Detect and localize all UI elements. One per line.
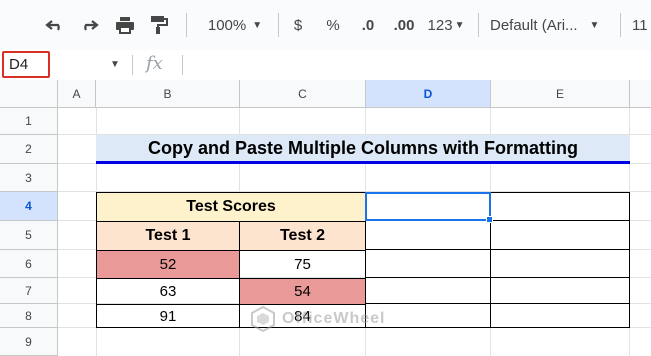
table-cell[interactable]: 63 <box>96 278 240 305</box>
more-formats-label: 123 <box>427 16 453 34</box>
name-box[interactable]: D4 ▼ <box>0 50 132 80</box>
decrease-decimal-icon: .0 <box>361 16 375 34</box>
chevron-down-icon: ▼ <box>454 19 465 31</box>
chevron-down-icon: ▼ <box>252 19 263 31</box>
row-header-5[interactable]: 5 <box>0 221 58 250</box>
row-header-3[interactable]: 3 <box>0 164 58 192</box>
toolbar-divider <box>278 13 279 37</box>
fill-handle[interactable] <box>486 216 493 223</box>
percent-format-button[interactable]: % <box>322 9 344 41</box>
zoom-value: 100% <box>207 16 247 34</box>
column-header-d[interactable]: D <box>366 80 491 108</box>
formula-bar-divider <box>182 55 183 75</box>
row-header-4[interactable]: 4 <box>0 192 58 221</box>
row-header-6[interactable]: 6 <box>0 250 58 278</box>
formula-bar-divider <box>132 55 133 75</box>
zoom-select[interactable]: 100% ▼ <box>200 9 270 41</box>
font-size-value: 11 <box>632 16 648 34</box>
decrease-decimal-button[interactable]: .0 <box>354 9 382 41</box>
percent-icon: % <box>326 16 340 34</box>
range-inner-border <box>365 303 630 304</box>
paint-format-icon <box>151 16 168 34</box>
row-header-9[interactable]: 9 <box>0 328 58 356</box>
print-icon <box>116 17 134 34</box>
currency-icon: $ <box>293 16 303 34</box>
row-header-2[interactable]: 2 <box>0 135 58 164</box>
table-cell[interactable]: 54 <box>239 278 366 305</box>
select-all-corner[interactable] <box>0 80 58 108</box>
column-header-f[interactable] <box>630 80 651 108</box>
chevron-down-icon: ▼ <box>589 19 600 31</box>
row-header-1[interactable]: 1 <box>0 108 58 135</box>
watermark-text: OfficeWheel <box>282 310 386 327</box>
font-family-value: Default (Ari... <box>490 16 578 34</box>
currency-format-button[interactable]: $ <box>287 9 309 41</box>
column-header-c[interactable]: C <box>240 80 366 108</box>
row-header-7[interactable]: 7 <box>0 278 58 304</box>
table-cell[interactable]: 75 <box>239 250 366 279</box>
formula-bar: D4 ▼ fx <box>0 50 651 81</box>
officewheel-logo-icon <box>251 306 275 332</box>
redo-button[interactable] <box>74 9 104 41</box>
column-header-e[interactable]: E <box>491 80 630 108</box>
toolbar: 100% ▼ $ % .0 .00 123 ▼ Default (Ari... ▼ 1… <box>0 0 651 51</box>
table-cell[interactable]: 91 <box>96 304 240 328</box>
toolbar-divider <box>186 13 187 37</box>
range-inner-border <box>365 277 630 278</box>
fx-icon: fx <box>146 53 163 74</box>
print-button[interactable] <box>110 9 140 41</box>
toolbar-divider <box>620 13 621 37</box>
range-inner-border <box>365 249 630 250</box>
watermark: OfficeWheel <box>250 306 385 332</box>
more-formats-button[interactable]: 123 ▼ <box>424 9 468 41</box>
paint-format-button[interactable] <box>144 9 174 41</box>
font-size-select[interactable]: 11 <box>632 9 651 41</box>
sheet-title[interactable]: Copy and Paste Multiple Columns with For… <box>96 135 630 164</box>
undo-button[interactable] <box>40 9 70 41</box>
toolbar-divider <box>478 13 479 37</box>
table-cell[interactable]: 52 <box>96 250 240 279</box>
column-header-b[interactable]: B <box>96 80 240 108</box>
undo-icon <box>45 20 60 31</box>
redo-icon <box>84 20 99 31</box>
chevron-down-icon: ▼ <box>110 59 120 70</box>
increase-decimal-button[interactable]: .00 <box>388 9 420 41</box>
column-header-a[interactable]: A <box>58 80 96 108</box>
sheet-grid: A B C D E 1 2 3 4 5 6 7 8 9 Copy and Pas… <box>0 80 651 356</box>
active-cell-selection[interactable] <box>365 192 491 221</box>
font-family-select[interactable]: Default (Ari... ▼ <box>490 9 610 41</box>
increase-decimal-icon: .00 <box>393 16 415 34</box>
column-header-cell-test1[interactable]: Test 1 <box>96 221 240 251</box>
name-box-highlight <box>2 51 50 78</box>
row-header-8[interactable]: 8 <box>0 304 58 328</box>
column-header-cell-test2[interactable]: Test 2 <box>239 221 366 251</box>
table-header-cell[interactable]: Test Scores <box>96 192 366 222</box>
